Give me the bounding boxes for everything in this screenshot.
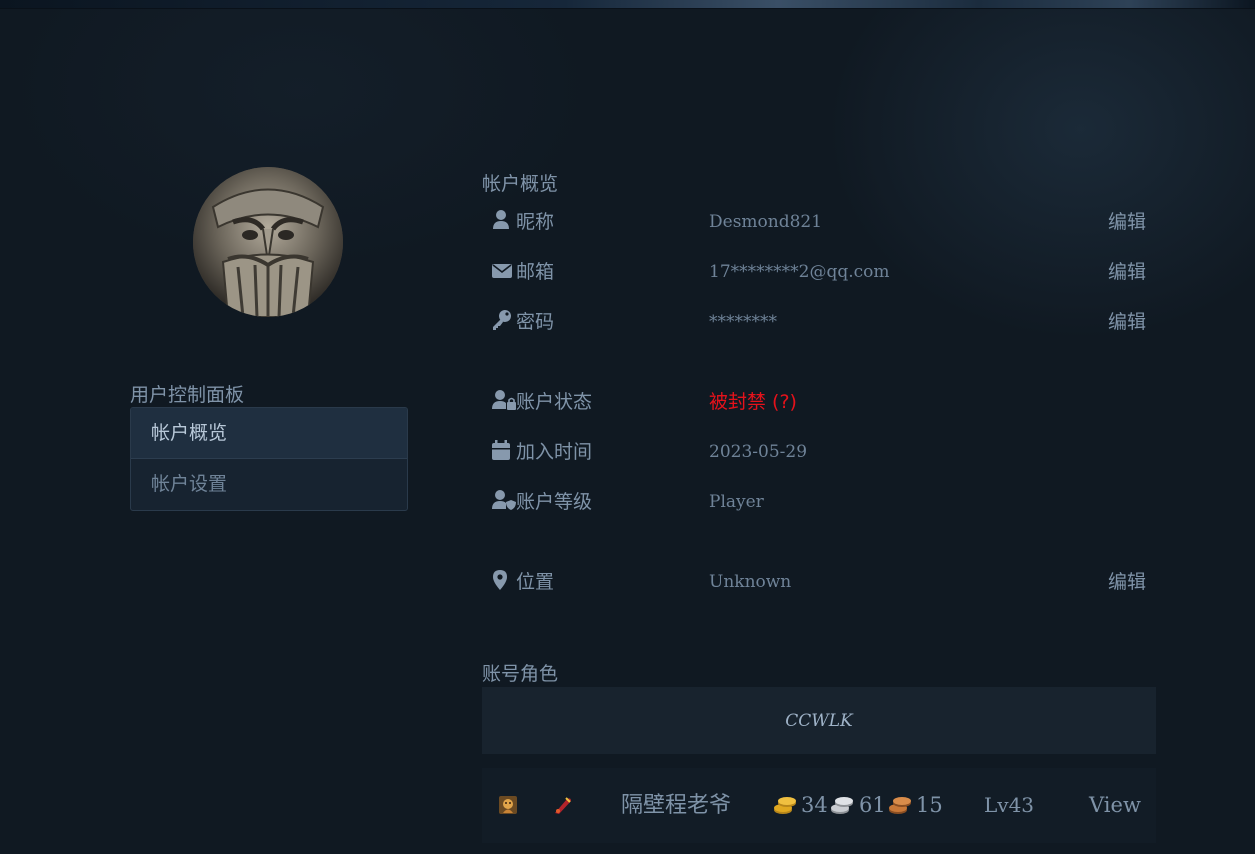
account-status-row: 账户状态 被封禁 (?): [492, 387, 1156, 417]
overview-title: 帐户概览: [482, 173, 559, 195]
account-status-value[interactable]: 被封禁 (?): [709, 387, 797, 417]
location-label: 位置: [516, 571, 555, 593]
dwarf-portrait-icon: [193, 167, 343, 317]
location-row: 位置 Unknown 编辑: [492, 567, 1156, 597]
account-level-row: 账户等级 Player: [492, 487, 1156, 517]
password-label: 密码: [516, 311, 555, 333]
gold-coin-icon: [773, 793, 797, 817]
password-value: ********: [709, 312, 777, 332]
location-value: Unknown: [709, 572, 792, 592]
realm-name: CCWLK: [785, 711, 853, 731]
join-date-label: 加入时间: [516, 441, 593, 463]
header-banner: [0, 0, 1255, 9]
edit-password-button[interactable]: 编辑: [1108, 307, 1146, 337]
view-character-button[interactable]: View: [1089, 768, 1141, 843]
characters-title: 账号角色: [482, 663, 559, 685]
email-row: 邮箱 17********2@qq.com 编辑: [492, 257, 1156, 287]
character-level: Lv43: [984, 793, 1035, 817]
silver-value: 61: [859, 793, 886, 817]
user-shield-icon: [492, 489, 516, 511]
account-status-label: 账户状态: [516, 391, 593, 413]
edit-nickname-button[interactable]: 编辑: [1108, 207, 1146, 237]
avatar: [193, 167, 343, 317]
silver-coin-icon: [830, 793, 854, 817]
race-portrait-icon: [499, 796, 517, 814]
gold-value: 34: [801, 793, 828, 817]
sidebar-title: 用户控制面板: [130, 384, 245, 406]
key-icon: [492, 309, 512, 331]
nickname-row: 昵称 Desmond821 编辑: [492, 207, 1156, 237]
join-date-row: 加入时间 2023-05-29: [492, 437, 1156, 467]
copper-coin-icon: [888, 793, 912, 817]
email-value: 17********2@qq.com: [709, 262, 890, 282]
user-icon: [492, 209, 512, 231]
copper-value: 15: [916, 793, 943, 817]
email-label: 邮箱: [516, 261, 555, 283]
envelope-icon: [492, 259, 512, 281]
realm-bar: CCWLK: [482, 687, 1156, 754]
character-row: 隔壁程老爷 34 61 15 Lv43 View: [482, 768, 1156, 843]
nickname-label: 昵称: [516, 211, 555, 233]
sidebar-item-account-overview[interactable]: 帐户概览: [131, 408, 407, 459]
password-row: 密码 ******** 编辑: [492, 307, 1156, 337]
edit-email-button[interactable]: 编辑: [1108, 257, 1146, 287]
sidebar-menu: 帐户概览 帐户设置: [130, 407, 408, 511]
class-emblem-icon: [553, 795, 573, 815]
edit-location-button[interactable]: 编辑: [1108, 567, 1146, 597]
account-level-label: 账户等级: [516, 491, 593, 513]
map-pin-icon: [492, 569, 512, 591]
join-date-value: 2023-05-29: [709, 442, 808, 462]
sidebar-item-account-settings[interactable]: 帐户设置: [131, 459, 407, 509]
nickname-value: Desmond821: [709, 212, 823, 232]
account-level-value: Player: [709, 492, 764, 512]
character-name: 隔壁程老爷: [621, 793, 732, 818]
user-lock-icon: [492, 389, 516, 411]
calendar-icon: [492, 439, 512, 461]
